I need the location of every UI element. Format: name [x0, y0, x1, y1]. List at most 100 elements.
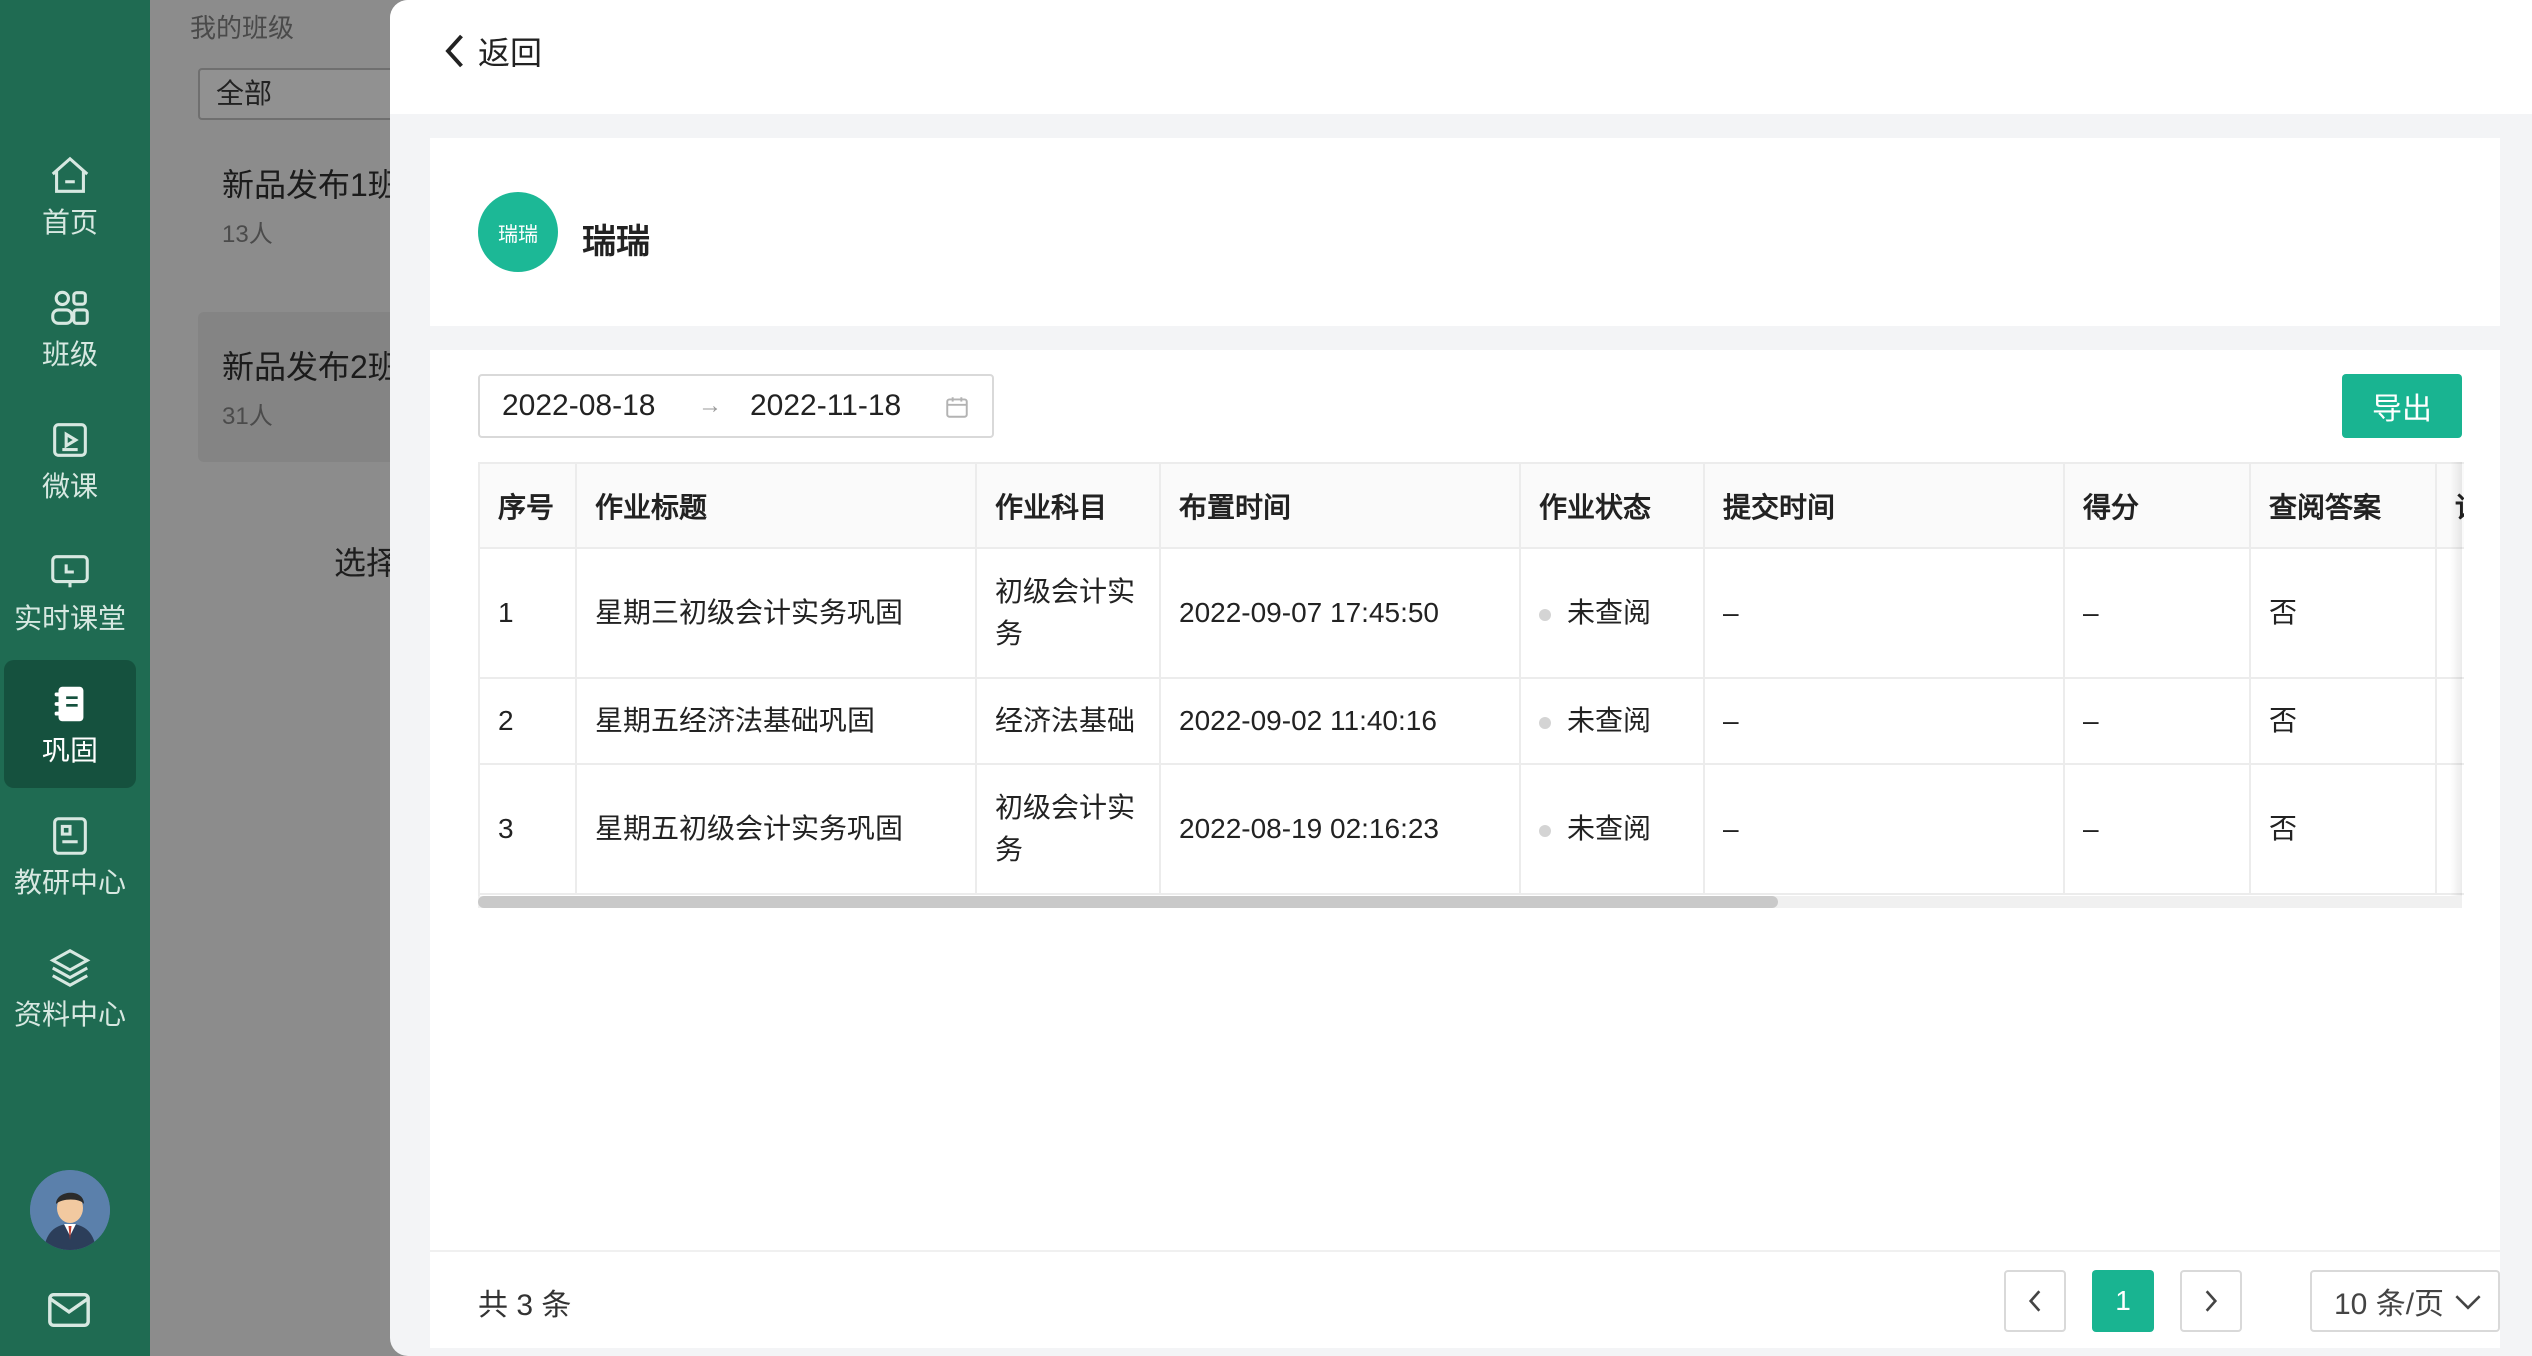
research-icon: [53, 817, 87, 855]
cell-score: –: [2064, 764, 2251, 895]
sidebar-item-label: 巩固: [41, 735, 98, 766]
cell-submitted-time: –: [1704, 764, 2065, 895]
sidebar-item-research[interactable]: 教研中心: [4, 792, 136, 920]
sidebar-item-label: 班级: [41, 339, 98, 370]
sidebar-item-live-classroom[interactable]: 实时课堂: [4, 528, 136, 656]
status-text: 未查阅: [1567, 597, 1652, 628]
table-fixed-column-shadow: [2450, 462, 2462, 908]
sidebar-item-consolidate[interactable]: 巩固: [4, 660, 136, 788]
sidebar-item-label: 教研中心: [13, 867, 126, 898]
cell-assigned-time: 2022-09-02 11:40:16: [1160, 678, 1521, 765]
pagination-bar: 共 3 条 1 10 条/页: [430, 1250, 2500, 1348]
student-info-card: 瑞瑞 瑞瑞: [430, 138, 2500, 326]
page-number-button[interactable]: 1: [2092, 1270, 2154, 1332]
sidebar-item-label: 首页: [41, 207, 98, 238]
column-header: 作业状态: [1520, 464, 1705, 549]
cell-answer-viewed: 否: [2250, 764, 2437, 895]
class-icon: [51, 290, 89, 325]
sidebar: 首页 班级 微课 实时课堂 巩固 教研中心 资料中心: [0, 0, 150, 1356]
sidebar-item-resources[interactable]: 资料中心: [4, 924, 136, 1052]
scrollbar-thumb[interactable]: [478, 896, 1778, 908]
cell-answer-viewed: 否: [2250, 678, 2437, 765]
notebook-icon: [54, 686, 84, 722]
prev-page-button[interactable]: [2004, 1270, 2066, 1332]
column-header: 布置时间: [1160, 464, 1521, 549]
sidebar-item-label: 资料中心: [13, 999, 126, 1030]
cell-score: –: [2064, 548, 2251, 679]
column-header: 作业标题: [576, 464, 977, 549]
video-icon: [53, 423, 87, 457]
table-header-row: 序号 作业标题 作业科目 布置时间 作业状态 提交时间 得分 查阅答案 详: [480, 464, 2464, 549]
live-classroom-icon: [51, 555, 89, 588]
class-name: 新品发布2班: [222, 349, 400, 385]
cell-score: –: [2064, 678, 2251, 765]
status-text: 未查阅: [1567, 705, 1652, 736]
homework-panel: 2022-08-18 → 2022-11-18 导出 序号 作业标题 作业科目 …: [430, 350, 2500, 1250]
page-size-value: 10 条/页: [2334, 1288, 2445, 1321]
chevron-left-icon: [2028, 1290, 2041, 1312]
status-text: 未查阅: [1567, 813, 1652, 844]
cell-assigned-time: 2022-09-07 17:45:50: [1160, 548, 1521, 679]
cell-subject: 初级会计实务: [976, 764, 1161, 895]
chevron-right-icon: [2205, 1290, 2218, 1312]
column-header: 查阅答案: [2250, 464, 2437, 549]
cell-title: 星期五经济法基础巩固: [576, 678, 977, 765]
sidebar-item-home[interactable]: 首页: [4, 132, 136, 260]
page-title: 我的班级: [190, 13, 295, 43]
mail-icon[interactable]: [46, 1290, 92, 1330]
table-horizontal-scrollbar[interactable]: [478, 896, 2462, 908]
start-date[interactable]: 2022-08-18: [502, 389, 655, 423]
status-dot-icon: [1539, 716, 1551, 729]
cell-assigned-time: 2022-08-19 02:16:23: [1160, 764, 1521, 895]
date-range-picker[interactable]: 2022-08-18 → 2022-11-18: [478, 374, 994, 438]
class-count: 31人: [222, 403, 273, 430]
column-header: 提交时间: [1704, 464, 2065, 549]
back-label: 返回: [478, 35, 543, 71]
student-avatar: 瑞瑞: [478, 192, 558, 272]
cell-status: 未查阅: [1520, 678, 1705, 765]
sidebar-item-class[interactable]: 班级: [4, 264, 136, 392]
home-icon: [51, 156, 89, 193]
cell-answer-viewed: 否: [2250, 548, 2437, 679]
next-page-button[interactable]: [2180, 1270, 2242, 1332]
end-date[interactable]: 2022-11-18: [750, 389, 901, 423]
column-header: 序号: [480, 464, 577, 549]
status-dot-icon: [1539, 824, 1551, 837]
cell-status: 未查阅: [1520, 548, 1705, 679]
column-header: 得分: [2064, 464, 2251, 549]
cell-subject: 初级会计实务: [976, 548, 1161, 679]
select-hint: 选择: [334, 545, 399, 581]
cell-no: 1: [480, 548, 577, 679]
cell-title: 星期五初级会计实务巩固: [576, 764, 977, 895]
total-count: 共 3 条: [478, 1289, 572, 1322]
chevron-down-icon: [2455, 1295, 2481, 1310]
drawer-header: 返回: [390, 0, 2532, 114]
status-dot-icon: [1539, 608, 1551, 621]
calendar-icon: [946, 397, 968, 418]
cell-submitted-time: –: [1704, 678, 2065, 765]
date-separator: →: [698, 392, 722, 419]
cell-no: 2: [480, 678, 577, 765]
column-header: 作业科目: [976, 464, 1161, 549]
cell-no: 3: [480, 764, 577, 895]
sidebar-item-label: 实时课堂: [13, 603, 126, 634]
background-page: 我的班级 全部 新品发布1班 13人 新品发布2班 31人 选择: [150, 0, 458, 1356]
sidebar-item-label: 微课: [41, 471, 98, 502]
class-count: 13人: [222, 221, 273, 248]
page-size-select[interactable]: 10 条/页: [2310, 1270, 2500, 1332]
student-homework-drawer: 返回 瑞瑞 瑞瑞 2022-08-18 → 2022-11-18 导出 序号 作…: [390, 0, 2532, 1356]
chevron-left-icon: [445, 34, 463, 68]
table-row[interactable]: 3 星期五初级会计实务巩固 初级会计实务 2022-08-19 02:16:23…: [480, 764, 2464, 895]
table-row[interactable]: 1 星期三初级会计实务巩固 初级会计实务 2022-09-07 17:45:50…: [480, 548, 2464, 679]
table-row[interactable]: 2 星期五经济法基础巩固 经济法基础 2022-09-02 11:40:16 未…: [480, 678, 2464, 765]
user-avatar-icon[interactable]: [30, 1170, 110, 1250]
student-name: 瑞瑞: [582, 223, 650, 261]
cell-subject: 经济法基础: [976, 678, 1161, 765]
cell-status: 未查阅: [1520, 764, 1705, 895]
back-button[interactable]: 返回: [440, 28, 542, 74]
cell-submitted-time: –: [1704, 548, 2065, 679]
cell-title: 星期三初级会计实务巩固: [576, 548, 977, 679]
sidebar-item-microlesson[interactable]: 微课: [4, 396, 136, 524]
export-button[interactable]: 导出: [2342, 374, 2462, 438]
homework-table: 序号 作业标题 作业科目 布置时间 作业状态 提交时间 得分 查阅答案 详 1: [478, 462, 2464, 898]
